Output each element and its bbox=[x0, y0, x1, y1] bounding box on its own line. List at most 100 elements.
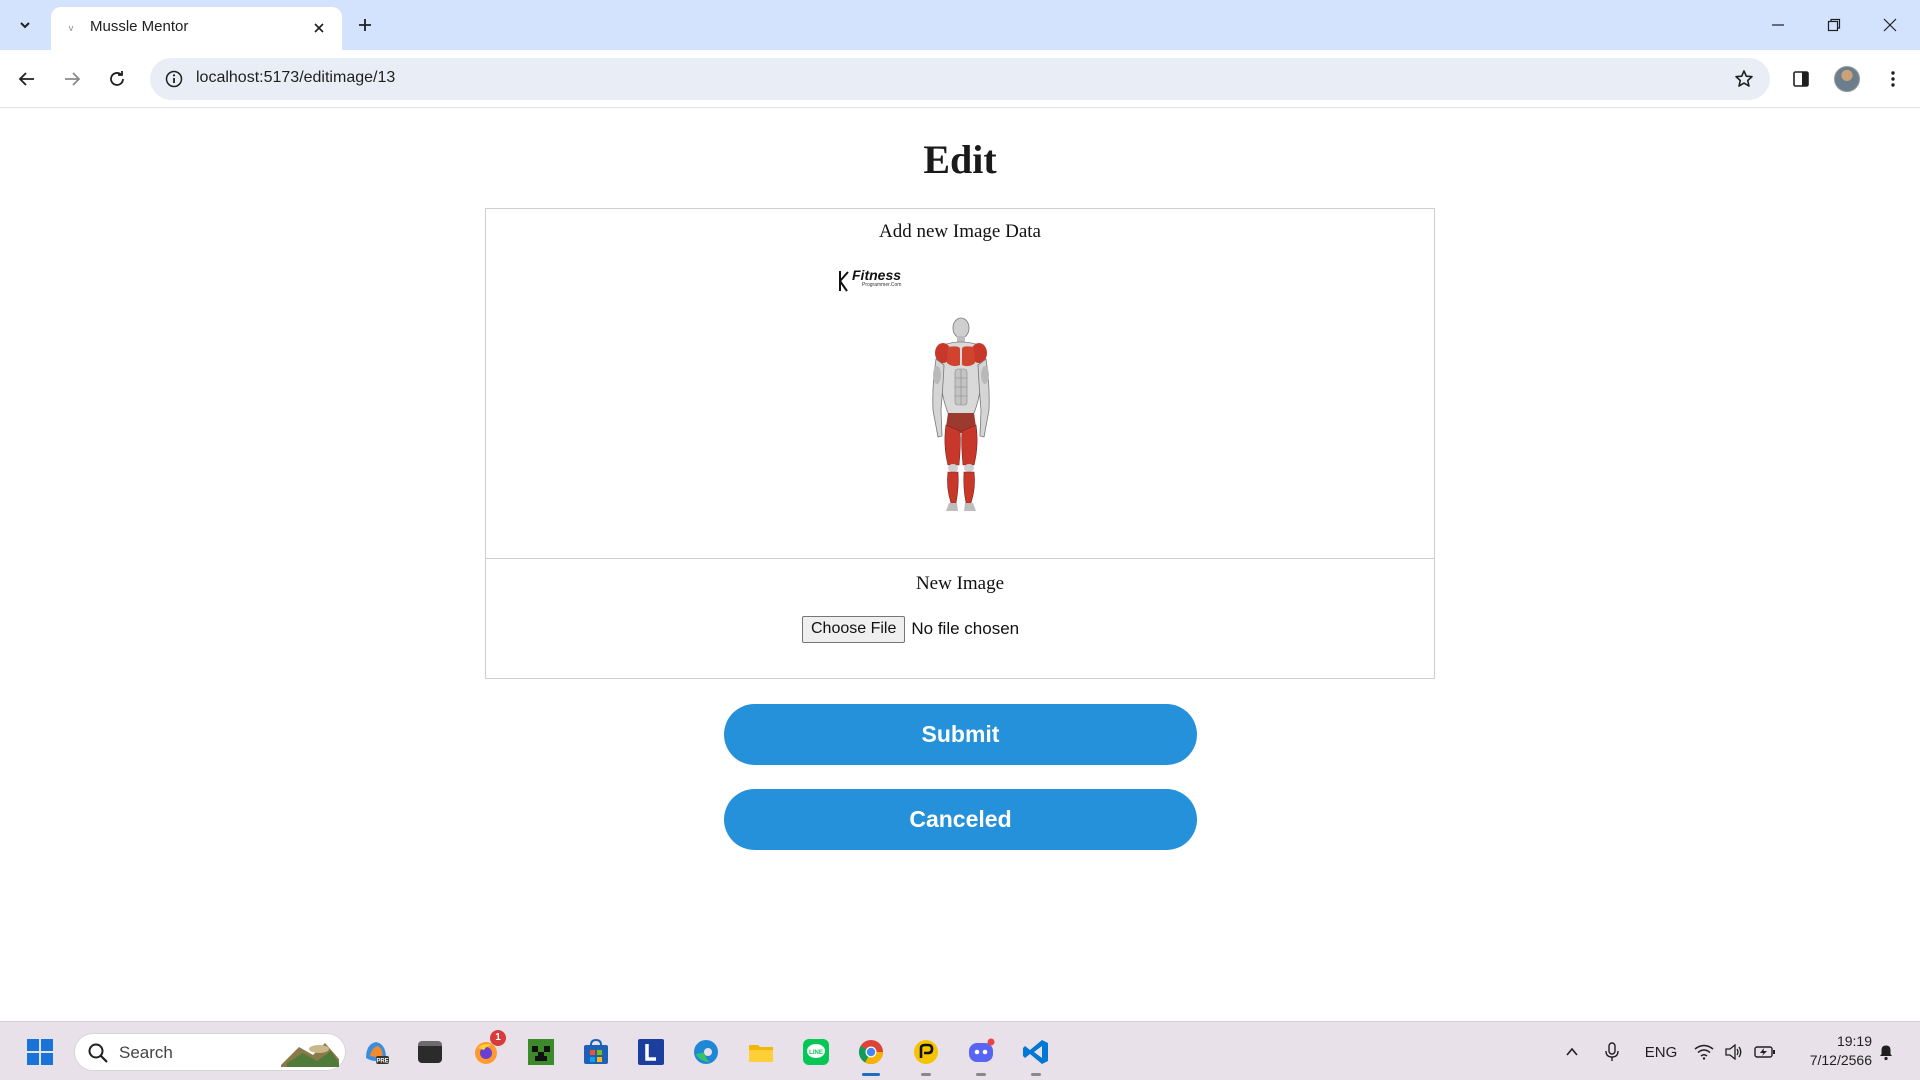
windows-taskbar: Search PRE 1 LINE ENG 19:19 7/12/2566 bbox=[0, 1021, 1920, 1080]
taskbar-firefox[interactable]: 1 bbox=[468, 1030, 506, 1070]
active-indicator bbox=[862, 1073, 880, 1076]
letterboxd-l-icon bbox=[638, 1039, 664, 1065]
taskbar-file-explorer[interactable] bbox=[743, 1034, 779, 1070]
muscle-diagram-image bbox=[932, 317, 990, 511]
clock[interactable]: 19:19 7/12/2566 bbox=[1792, 1032, 1872, 1070]
new-image-label: New Image bbox=[915, 573, 1005, 594]
forward-button[interactable] bbox=[55, 62, 89, 96]
address-bar[interactable]: localhost:5173/editimage/13 bbox=[150, 58, 1770, 100]
search-placeholder: Search bbox=[119, 1043, 173, 1062]
logo-subtext: Programmer.Com bbox=[862, 282, 902, 288]
folder-icon bbox=[749, 1045, 773, 1062]
browser-tab-bar: v Mussle Mentor bbox=[0, 0, 1920, 50]
microphone-icon bbox=[1605, 1042, 1619, 1061]
tab-favicon-icon: v bbox=[68, 23, 74, 33]
volume-icon bbox=[1725, 1044, 1742, 1060]
windows-logo-icon bbox=[27, 1039, 53, 1065]
close-window-button[interactable] bbox=[1862, 0, 1918, 50]
language-indicator[interactable]: ENG bbox=[1640, 1038, 1682, 1066]
line-icon: LINE bbox=[803, 1039, 829, 1065]
podcast-app-icon bbox=[914, 1040, 938, 1064]
browser-toolbar: localhost:5173/editimage/13 bbox=[0, 50, 1920, 108]
language-text: ENG bbox=[1644, 1043, 1678, 1061]
image-section-label: Add new Image Data bbox=[879, 221, 1041, 242]
submit-button[interactable]: Submit bbox=[724, 704, 1197, 765]
running-indicator bbox=[921, 1073, 931, 1076]
minecraft-icon bbox=[528, 1039, 554, 1065]
taskbar-edge[interactable] bbox=[688, 1034, 724, 1070]
microsoft-store-icon bbox=[584, 1038, 608, 1064]
file-input[interactable]: Choose File No file chosen bbox=[802, 615, 1019, 643]
taskbar-line[interactable]: LINE bbox=[798, 1034, 834, 1070]
battery-status[interactable] bbox=[1752, 1038, 1778, 1066]
taskbar-search[interactable]: Search bbox=[74, 1033, 346, 1071]
battery-charging-icon bbox=[1754, 1046, 1775, 1058]
file-explorer-dark-icon bbox=[418, 1041, 442, 1063]
side-panel-icon bbox=[1793, 71, 1809, 87]
taskbar-store[interactable] bbox=[578, 1034, 614, 1070]
minimize-icon bbox=[1772, 24, 1784, 26]
svg-text:LINE: LINE bbox=[809, 1050, 823, 1056]
taskbar-terminal[interactable] bbox=[412, 1034, 448, 1070]
current-image-row: Add new Image Data Fitness Programmer.Co… bbox=[486, 209, 1434, 559]
vscode-icon bbox=[1023, 1040, 1048, 1064]
notifications-button[interactable] bbox=[1874, 1038, 1898, 1066]
notification-badge: 1 bbox=[490, 1030, 506, 1046]
more-vertical-icon bbox=[1891, 71, 1895, 87]
reload-button[interactable] bbox=[100, 62, 134, 96]
browser-menu-button[interactable] bbox=[1876, 62, 1910, 96]
show-hidden-icons-button[interactable] bbox=[1560, 1038, 1584, 1066]
chevron-down-icon bbox=[20, 22, 30, 29]
taskbar-podcast-app[interactable] bbox=[908, 1034, 944, 1076]
reload-icon bbox=[110, 71, 124, 86]
runner-logo-icon bbox=[839, 271, 849, 292]
taskbar-vscode[interactable] bbox=[1018, 1034, 1054, 1076]
taskbar-copilot[interactable]: PRE bbox=[358, 1034, 394, 1070]
restore-icon bbox=[1827, 18, 1841, 32]
edge-icon bbox=[694, 1040, 718, 1064]
clock-time: 19:19 bbox=[1836, 1033, 1872, 1049]
new-tab-button[interactable] bbox=[350, 10, 380, 40]
side-panel-button[interactable] bbox=[1784, 62, 1818, 96]
chrome-icon bbox=[858, 1040, 883, 1065]
page-content: Edit Add new Image Data Fitness Programm… bbox=[0, 109, 1920, 1021]
logo-text: Fitness bbox=[852, 267, 902, 283]
back-button[interactable] bbox=[10, 62, 44, 96]
file-status-text: No file chosen bbox=[911, 619, 1020, 638]
cancel-button[interactable]: Canceled bbox=[724, 789, 1197, 850]
edit-form-table: Add new Image Data Fitness Programmer.Co… bbox=[485, 208, 1435, 679]
tab-search-button[interactable] bbox=[10, 10, 40, 40]
running-indicator bbox=[1031, 1073, 1041, 1076]
taskbar-chrome[interactable] bbox=[853, 1034, 889, 1076]
copilot-icon: PRE bbox=[366, 1042, 389, 1065]
url-text[interactable]: localhost:5173/editimage/13 bbox=[196, 69, 395, 87]
site-info-icon[interactable] bbox=[162, 67, 186, 91]
page-title: Edit bbox=[923, 137, 997, 182]
taskbar-discord[interactable] bbox=[963, 1034, 999, 1076]
taskbar-l-app[interactable] bbox=[633, 1034, 669, 1070]
plus-icon bbox=[359, 19, 371, 31]
tab-close-button[interactable] bbox=[308, 17, 330, 39]
volume-status[interactable] bbox=[1722, 1038, 1746, 1066]
search-highlight-art-icon bbox=[281, 1043, 339, 1067]
wifi-icon bbox=[1694, 1044, 1714, 1060]
browser-tab-active[interactable]: v Mussle Mentor bbox=[51, 7, 342, 50]
close-icon bbox=[1883, 18, 1897, 32]
arrow-left-icon bbox=[18, 72, 34, 86]
restore-button[interactable] bbox=[1806, 0, 1862, 50]
bell-icon bbox=[1880, 1045, 1892, 1061]
microphone-button[interactable] bbox=[1600, 1038, 1624, 1066]
fitness-logo: Fitness Programmer.Com bbox=[836, 267, 916, 295]
wifi-status[interactable] bbox=[1692, 1038, 1716, 1066]
profile-button[interactable] bbox=[1830, 62, 1864, 96]
choose-file-button[interactable]: Choose File bbox=[802, 615, 906, 643]
discord-icon bbox=[969, 1038, 995, 1062]
taskbar-minecraft[interactable] bbox=[523, 1034, 559, 1070]
close-icon bbox=[314, 23, 324, 33]
search-icon bbox=[88, 1043, 108, 1063]
running-indicator bbox=[976, 1073, 986, 1076]
bookmark-star-icon[interactable] bbox=[1732, 67, 1756, 91]
tab-title: Mussle Mentor bbox=[90, 18, 189, 35]
minimize-button[interactable] bbox=[1750, 0, 1806, 50]
start-button[interactable] bbox=[22, 1034, 58, 1070]
